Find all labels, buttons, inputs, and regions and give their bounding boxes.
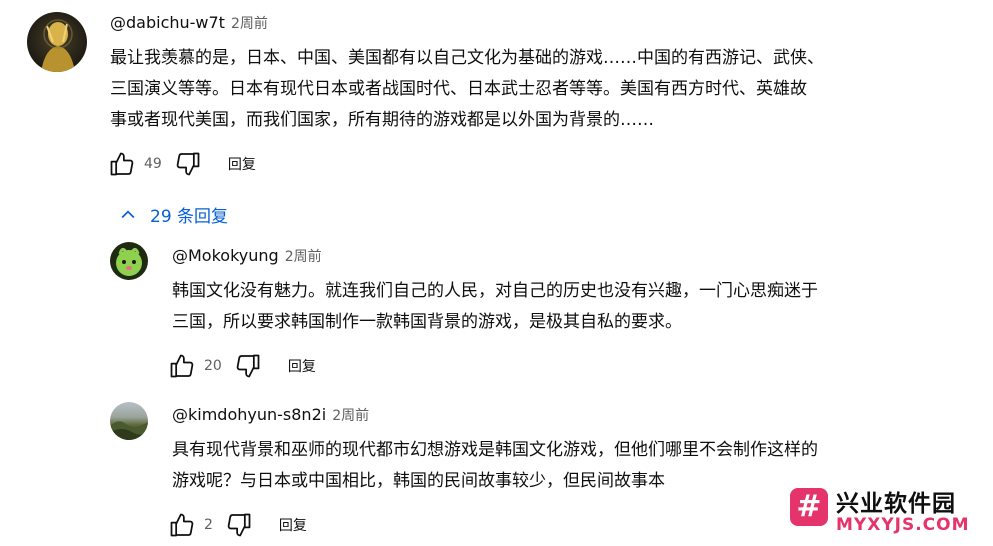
comment-line: 事或者现代美国，而我们国家，所有期待的游戏都是以外国为背景的…… bbox=[110, 110, 654, 130]
like-count: 2 bbox=[204, 517, 213, 533]
avatar-dabichu[interactable] bbox=[27, 12, 87, 72]
reply-author[interactable]: @Mokokyung bbox=[172, 246, 279, 265]
thumbs-down-icon bbox=[236, 354, 260, 378]
like-count: 20 bbox=[204, 358, 222, 374]
reply-actions: 20 回复 bbox=[166, 350, 316, 382]
like-count: 49 bbox=[144, 156, 162, 172]
like-button[interactable] bbox=[166, 509, 198, 541]
replies-toggle[interactable]: 29 条回复 bbox=[118, 202, 228, 227]
reply-text: 韩国文化没有魅力。就连我们自己的人民，对自己的历史也没有兴趣，一门心思痴迷于 三… bbox=[172, 276, 977, 338]
avatar-kimdohyun[interactable] bbox=[110, 402, 148, 440]
thumbs-up-icon bbox=[170, 513, 194, 537]
reply-line: 三国，所以要求韩国制作一款韩国背景的游戏，是极其自私的要求。 bbox=[172, 312, 682, 332]
chevron-up-icon bbox=[121, 209, 135, 218]
comment-line: 三国演义等等。日本有现代日本或者战国时代、日本武士忍者等等。美国有西方时代、英雄… bbox=[110, 79, 807, 99]
watermark-logo-glyph: # bbox=[796, 489, 822, 524]
watermark-url: MYXYJS.COM bbox=[836, 515, 970, 535]
reply-actions: 2 回复 bbox=[166, 509, 307, 541]
replies-label: 条回复 bbox=[177, 207, 229, 227]
replies-count: 29 bbox=[150, 207, 172, 227]
thumbs-down-icon bbox=[227, 513, 251, 537]
avatar-image bbox=[110, 421, 148, 440]
site-watermark: # 兴业软件园 MYXYJS.COM bbox=[790, 484, 993, 546]
reply-line: 具有现代背景和巫师的现代都市幻想游戏是韩国文化游戏，但他们哪里不会制作这样的 bbox=[172, 440, 818, 460]
reply-button[interactable]: 回复 bbox=[228, 154, 256, 174]
comment-author[interactable]: @dabichu-w7t bbox=[110, 13, 225, 32]
reply-time[interactable]: 2周前 bbox=[285, 246, 322, 266]
dislike-button[interactable] bbox=[223, 509, 255, 541]
comment-actions: 49 回复 bbox=[106, 148, 256, 180]
comment-text: 最让我羡慕的是，日本、中国、美国都有以自己文化为基础的游戏……中国的有西游记、武… bbox=[110, 43, 980, 136]
reply-button[interactable]: 回复 bbox=[279, 515, 307, 535]
dislike-button[interactable] bbox=[232, 350, 264, 382]
reply-author[interactable]: @kimdohyun-s8n2i bbox=[172, 405, 326, 424]
comment-line: 最让我羡慕的是，日本、中国、美国都有以自己文化为基础的游戏……中国的有西游记、武… bbox=[110, 48, 824, 68]
avatar-image bbox=[41, 19, 75, 72]
dislike-button[interactable] bbox=[172, 148, 204, 180]
thumbs-up-icon bbox=[110, 152, 134, 176]
reply-header: @Mokokyung 2周前 bbox=[172, 246, 322, 266]
thumbs-down-icon bbox=[176, 152, 200, 176]
reply-time[interactable]: 2周前 bbox=[332, 405, 369, 425]
avatar-mokokyung[interactable] bbox=[110, 242, 148, 280]
watermark-title: 兴业软件园 bbox=[836, 491, 956, 517]
reply-header: @kimdohyun-s8n2i 2周前 bbox=[172, 405, 369, 425]
thumbs-up-icon bbox=[170, 354, 194, 378]
reply-button[interactable]: 回复 bbox=[288, 356, 316, 376]
like-button[interactable] bbox=[106, 148, 138, 180]
like-button[interactable] bbox=[166, 350, 198, 382]
comment-header: @dabichu-w7t 2周前 bbox=[110, 13, 268, 33]
reply-line: 韩国文化没有魅力。就连我们自己的人民，对自己的历史也没有兴趣，一门心思痴迷于 bbox=[172, 281, 818, 301]
watermark-logo: # bbox=[790, 488, 828, 526]
avatar-image bbox=[116, 247, 142, 276]
comment-time[interactable]: 2周前 bbox=[231, 13, 268, 33]
